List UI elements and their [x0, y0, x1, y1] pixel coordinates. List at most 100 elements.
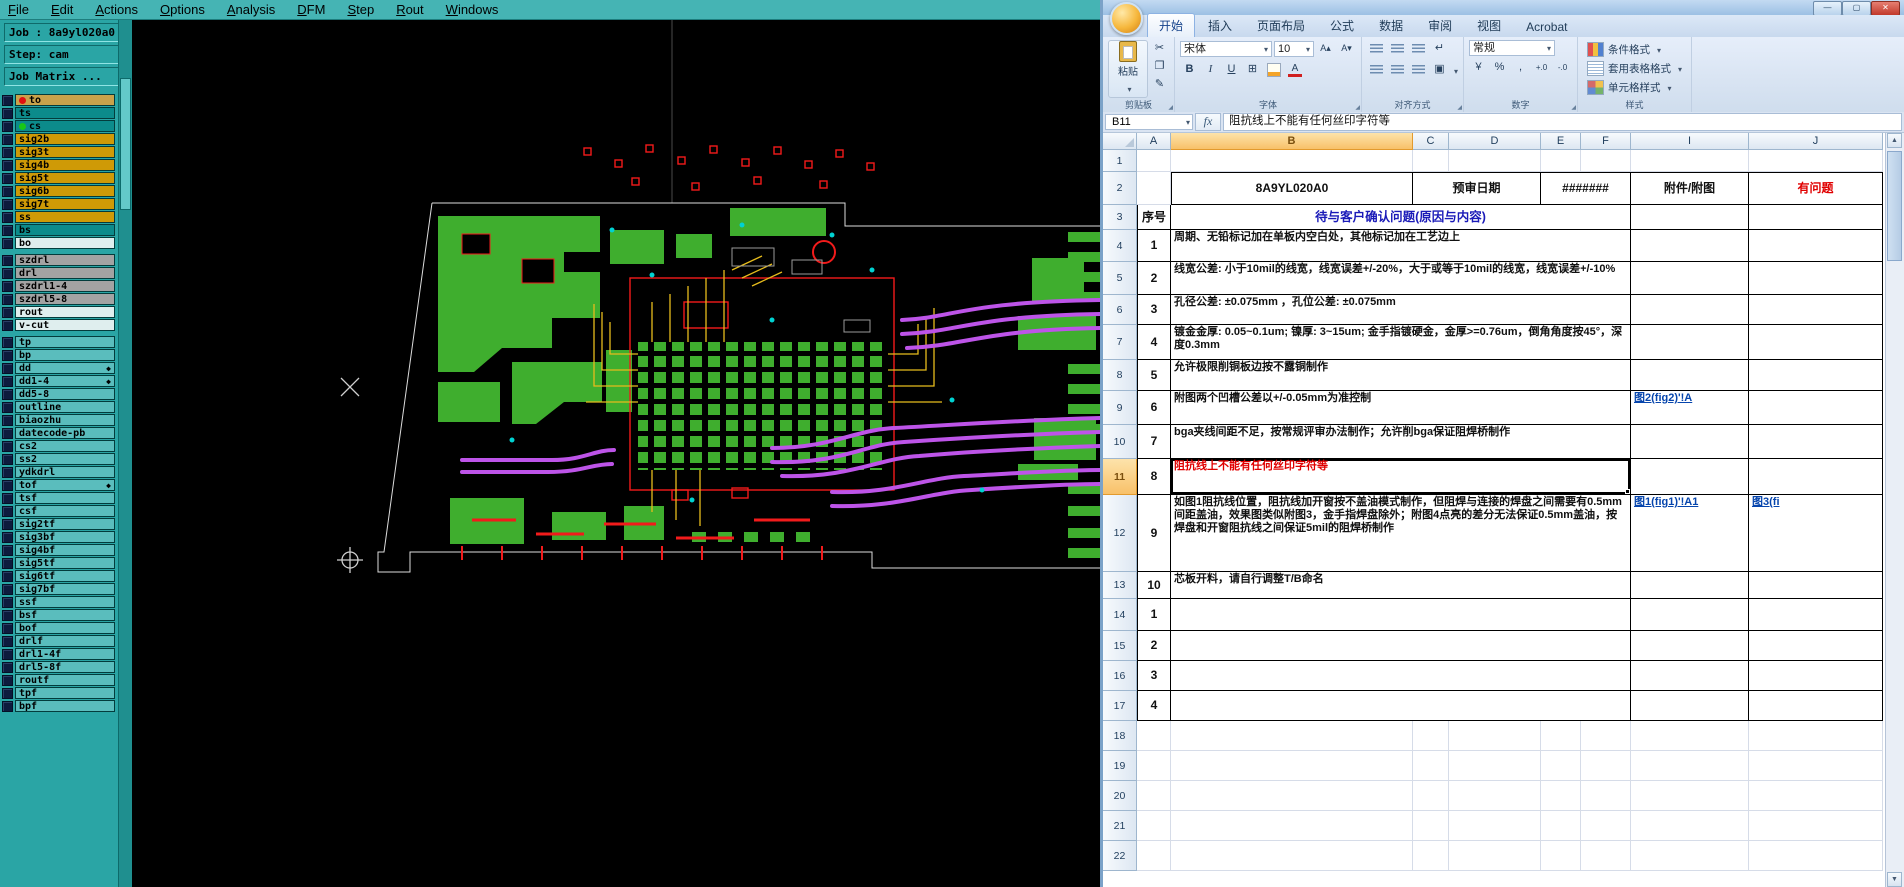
percent-format-icon[interactable]	[1490, 59, 1509, 77]
layer-item-sig6b[interactable]: sig6b	[2, 185, 132, 197]
column-header-E[interactable]: E	[1541, 133, 1581, 150]
cell[interactable]	[1749, 205, 1883, 230]
layer-item-sig4b[interactable]: sig4b	[2, 159, 132, 171]
cell-problem-header[interactable]: 有问题	[1749, 172, 1883, 205]
dialog-launcher-icon[interactable]	[1168, 104, 1173, 111]
cell[interactable]	[1631, 631, 1749, 661]
cell[interactable]	[1541, 150, 1581, 172]
align-center-icon[interactable]	[1391, 65, 1404, 75]
layer-item-sig4bf[interactable]: sig4bf	[2, 544, 132, 556]
cell-review-date-label[interactable]: 预审日期	[1413, 172, 1541, 205]
cell[interactable]	[1749, 811, 1883, 841]
cell[interactable]	[1631, 841, 1749, 871]
row-header-2[interactable]: 2	[1103, 172, 1137, 205]
cell[interactable]	[1749, 150, 1883, 172]
cell[interactable]	[1631, 781, 1749, 811]
layer-item-szdrl1-4[interactable]: szdrl1-4	[2, 280, 132, 292]
layer-item-sig6tf[interactable]: sig6tf	[2, 570, 132, 582]
number-format-select[interactable]: 常规	[1469, 40, 1556, 56]
cell[interactable]	[1749, 425, 1883, 459]
layer-item-cs2[interactable]: cs2	[2, 440, 132, 452]
row-header-1[interactable]: 1	[1103, 150, 1137, 172]
cell[interactable]	[1631, 325, 1749, 360]
cell[interactable]	[1749, 841, 1883, 871]
cell[interactable]	[1449, 781, 1541, 811]
layer-item-routf[interactable]: routf	[2, 674, 132, 686]
cell-content[interactable]: 孔径公差: ±0.075mm ，孔位公差: ±0.075mm	[1171, 295, 1631, 325]
row-header-13[interactable]: 13	[1103, 572, 1137, 599]
layer-item-sig3t[interactable]: sig3t	[2, 146, 132, 158]
cell[interactable]	[1581, 150, 1631, 172]
cell-content[interactable]: 附图两个凹槽公差以+/-0.05mm为准控制	[1171, 391, 1631, 425]
name-box[interactable]: B11	[1105, 114, 1193, 130]
cell-figure-link[interactable]: 图1(fig1)'!A1	[1631, 495, 1749, 572]
cell[interactable]	[1171, 841, 1413, 871]
merge-center-icon[interactable]	[1430, 61, 1449, 79]
cell-seq[interactable]: 1	[1137, 599, 1171, 631]
layer-item-cs[interactable]: cs	[2, 120, 132, 132]
layer-visibility-toggle[interactable]	[2, 185, 13, 197]
layer-visibility-toggle[interactable]	[2, 479, 13, 491]
layer-visibility-toggle[interactable]	[2, 414, 13, 426]
format-as-table-button[interactable]: 套用表格格式	[1583, 59, 1686, 78]
cell[interactable]	[1137, 811, 1171, 841]
cell[interactable]	[1749, 360, 1883, 391]
cell[interactable]	[1413, 751, 1449, 781]
row-header-22[interactable]: 22	[1103, 841, 1137, 871]
row-header-20[interactable]: 20	[1103, 781, 1137, 811]
layer-visibility-toggle[interactable]	[2, 596, 13, 608]
layer-visibility-toggle[interactable]	[2, 237, 13, 249]
layer-item-szdrl[interactable]: szdrl	[2, 254, 132, 266]
grow-font-icon[interactable]	[1316, 40, 1335, 58]
row-header-9[interactable]: 9	[1103, 391, 1137, 425]
selected-cell[interactable]: 阻抗线上不能有任何丝印字符等	[1171, 459, 1631, 495]
layer-visibility-toggle[interactable]	[2, 544, 13, 556]
cell[interactable]	[1413, 150, 1449, 172]
layer-visibility-toggle[interactable]	[2, 94, 13, 106]
layer-visibility-toggle[interactable]	[2, 609, 13, 621]
italic-icon[interactable]	[1201, 61, 1220, 79]
menu-rout[interactable]: Rout	[396, 2, 423, 17]
layer-item-ss[interactable]: ss	[2, 211, 132, 223]
ribbon-tab-视图[interactable]: 视图	[1465, 13, 1513, 37]
cell[interactable]	[1137, 172, 1171, 205]
paste-button[interactable]: 粘贴	[1108, 40, 1148, 98]
cell-content[interactable]	[1171, 661, 1631, 691]
cell[interactable]	[1631, 425, 1749, 459]
cut-icon[interactable]	[1150, 40, 1169, 58]
layer-item-tp[interactable]: tp	[2, 336, 132, 348]
layer-visibility-toggle[interactable]	[2, 375, 13, 387]
cell-content[interactable]: 镀金金厚: 0.05~0.1um; 镍厚: 3~15um; 金手指镀硬金，金厚>…	[1171, 325, 1631, 360]
row-header-17[interactable]: 17	[1103, 691, 1137, 721]
layer-item-v-cut[interactable]: v-cut	[2, 319, 132, 331]
row-header-5[interactable]: 5	[1103, 262, 1137, 295]
cell-seq[interactable]: 4	[1137, 325, 1171, 360]
layer-item-dd1-4[interactable]: dd1-4 ◆	[2, 375, 132, 387]
layer-visibility-toggle[interactable]	[2, 107, 13, 119]
scroll-down-icon[interactable]	[1887, 872, 1902, 887]
layer-visibility-toggle[interactable]	[2, 280, 13, 292]
cell[interactable]	[1413, 811, 1449, 841]
cell-styles-button[interactable]: 单元格样式	[1583, 78, 1686, 97]
cell[interactable]	[1413, 721, 1449, 751]
cell[interactable]	[1631, 751, 1749, 781]
layer-visibility-toggle[interactable]	[2, 133, 13, 145]
minimize-button[interactable]	[1813, 1, 1842, 16]
layer-visibility-toggle[interactable]	[2, 159, 13, 171]
cell-seq[interactable]: 10	[1137, 572, 1171, 599]
row-header-8[interactable]: 8	[1103, 360, 1137, 391]
scroll-up-icon[interactable]	[1887, 133, 1902, 148]
menu-step[interactable]: Step	[347, 2, 374, 17]
cell[interactable]	[1631, 599, 1749, 631]
cell-seq[interactable]: 6	[1137, 391, 1171, 425]
office-button[interactable]	[1110, 2, 1143, 35]
layer-visibility-toggle[interactable]	[2, 622, 13, 634]
scrollbar-thumb[interactable]	[120, 78, 131, 210]
cell[interactable]	[1631, 459, 1749, 495]
layer-visibility-toggle[interactable]	[2, 211, 13, 223]
layer-item-sig7bf[interactable]: sig7bf	[2, 583, 132, 595]
cell-content[interactable]: bga夹线间距不足，按常规评审办法制作；允许削bga保证阻焊桥制作	[1171, 425, 1631, 459]
cell[interactable]	[1749, 572, 1883, 599]
layer-item-sig5t[interactable]: sig5t	[2, 172, 132, 184]
layer-item-outline[interactable]: outline	[2, 401, 132, 413]
